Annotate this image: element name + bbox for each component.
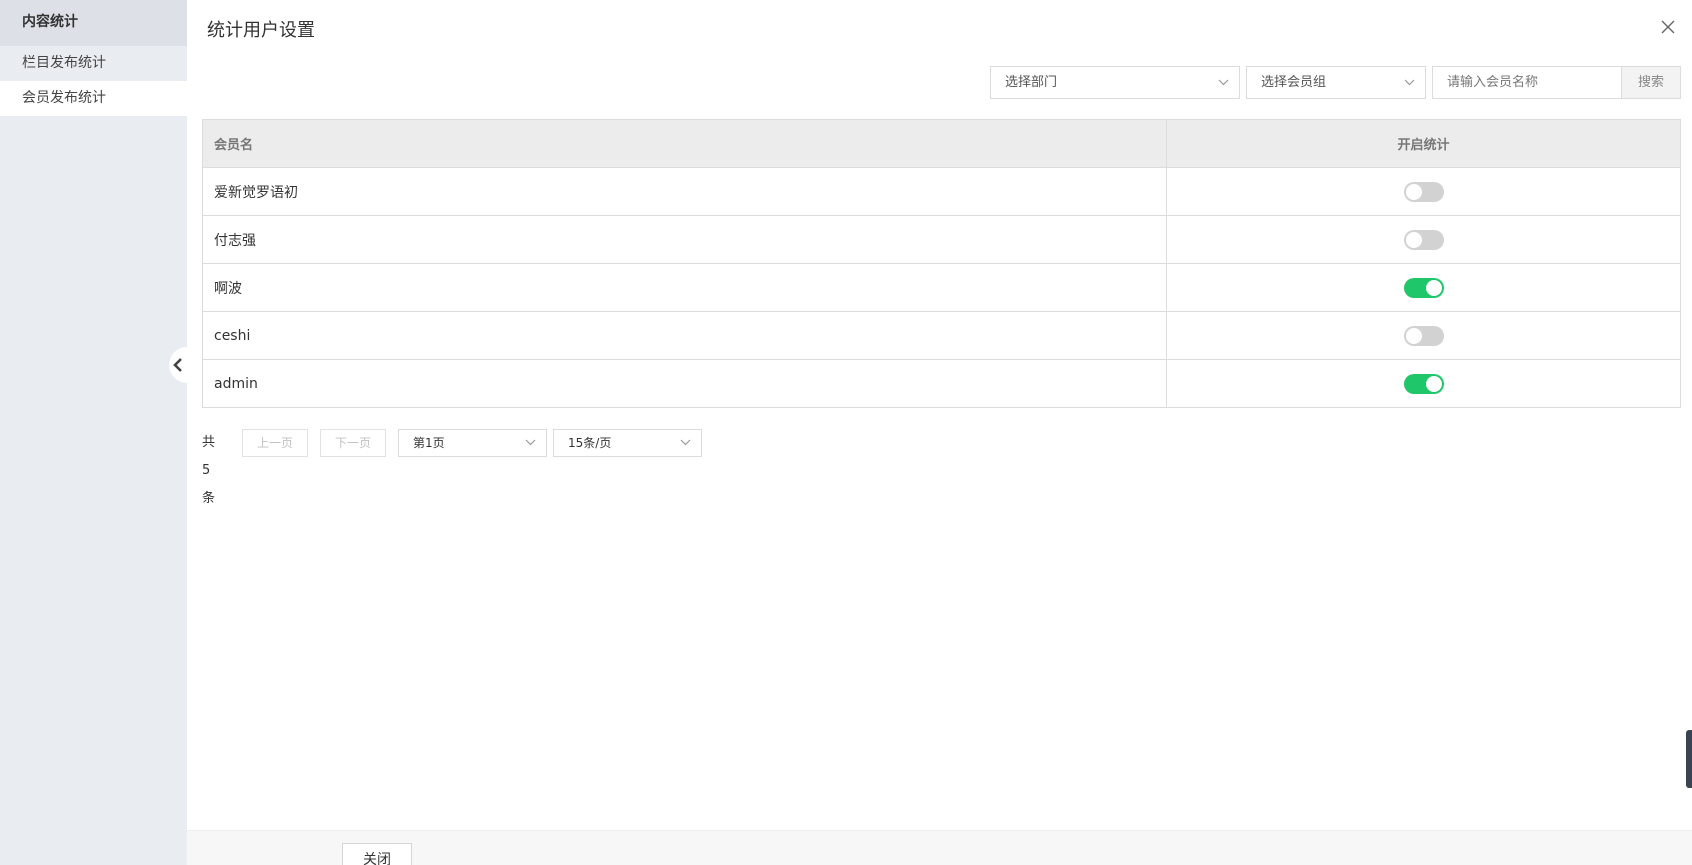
table-row: admin bbox=[202, 359, 1681, 408]
member-group-select-value: 选择会员组 bbox=[1261, 75, 1327, 90]
member-table: 会员名 开启统计 爱新觉罗语初 付志强 啊波 ceshi admin bbox=[202, 119, 1681, 408]
chevron-down-icon bbox=[680, 439, 691, 446]
toggle-cell bbox=[1166, 311, 1681, 360]
member-group-select[interactable]: 选择会员组 bbox=[1246, 66, 1426, 99]
side-drawer-handle[interactable] bbox=[1686, 730, 1692, 788]
enable-stats-toggle[interactable] bbox=[1403, 325, 1444, 346]
sidebar: 内容统计 栏目发布统计 会员发布统计 bbox=[0, 0, 187, 865]
chevron-left-icon bbox=[173, 358, 182, 372]
table-row: 啊波 bbox=[202, 263, 1681, 312]
sidebar-item-member-stats[interactable]: 会员发布统计 bbox=[0, 81, 187, 116]
sidebar-header: 内容统计 bbox=[0, 0, 187, 46]
next-page-button[interactable]: 下一页 bbox=[320, 429, 386, 457]
toggle-cell bbox=[1166, 263, 1681, 312]
department-select[interactable]: 选择部门 bbox=[990, 66, 1240, 99]
dialog-footer: 关闭 bbox=[187, 830, 1692, 865]
toggle-cell bbox=[1166, 359, 1681, 408]
search-button[interactable]: 搜索 bbox=[1621, 66, 1681, 99]
toggle-cell bbox=[1166, 167, 1681, 216]
close-button[interactable]: 关闭 bbox=[342, 843, 412, 865]
table-row: 爱新觉罗语初 bbox=[202, 167, 1681, 216]
enable-stats-toggle[interactable] bbox=[1403, 229, 1444, 250]
table-header-row: 会员名 开启统计 bbox=[202, 119, 1681, 168]
close-icon[interactable] bbox=[1658, 17, 1678, 37]
member-name-cell: 爱新觉罗语初 bbox=[202, 167, 1167, 216]
chevron-down-icon bbox=[1218, 79, 1229, 86]
page-size-select-value: 15条/页 bbox=[568, 436, 612, 450]
member-name-input[interactable] bbox=[1432, 66, 1622, 99]
enable-stats-toggle[interactable] bbox=[1403, 181, 1444, 202]
prev-page-button[interactable]: 上一页 bbox=[242, 429, 308, 457]
dialog-panel: 统计用户设置 选择部门 选择会员组 搜索 会员名 开启统计 爱新觉罗语初 bbox=[187, 0, 1692, 865]
table-row: ceshi bbox=[202, 311, 1681, 360]
table-row: 付志强 bbox=[202, 215, 1681, 264]
member-name-cell: ceshi bbox=[202, 311, 1167, 360]
dialog-title: 统计用户设置 bbox=[207, 20, 315, 41]
department-select-value: 选择部门 bbox=[1005, 75, 1058, 90]
enable-stats-toggle[interactable] bbox=[1403, 277, 1444, 298]
member-name-cell: 啊波 bbox=[202, 263, 1167, 312]
member-name-cell: 付志强 bbox=[202, 215, 1167, 264]
page-select[interactable]: 第1页 bbox=[398, 429, 547, 457]
total-count: 共5条 bbox=[202, 435, 216, 506]
column-header-member-name: 会员名 bbox=[202, 119, 1167, 168]
chevron-down-icon bbox=[525, 439, 536, 446]
chevron-down-icon bbox=[1404, 79, 1415, 86]
page-select-value: 第1页 bbox=[413, 436, 445, 450]
sidebar-item-column-stats[interactable]: 栏目发布统计 bbox=[0, 46, 187, 81]
column-header-enable-stats: 开启统计 bbox=[1166, 119, 1681, 168]
toggle-cell bbox=[1166, 215, 1681, 264]
page-size-select[interactable]: 15条/页 bbox=[553, 429, 702, 457]
member-name-cell: admin bbox=[202, 359, 1167, 408]
enable-stats-toggle[interactable] bbox=[1403, 373, 1444, 394]
